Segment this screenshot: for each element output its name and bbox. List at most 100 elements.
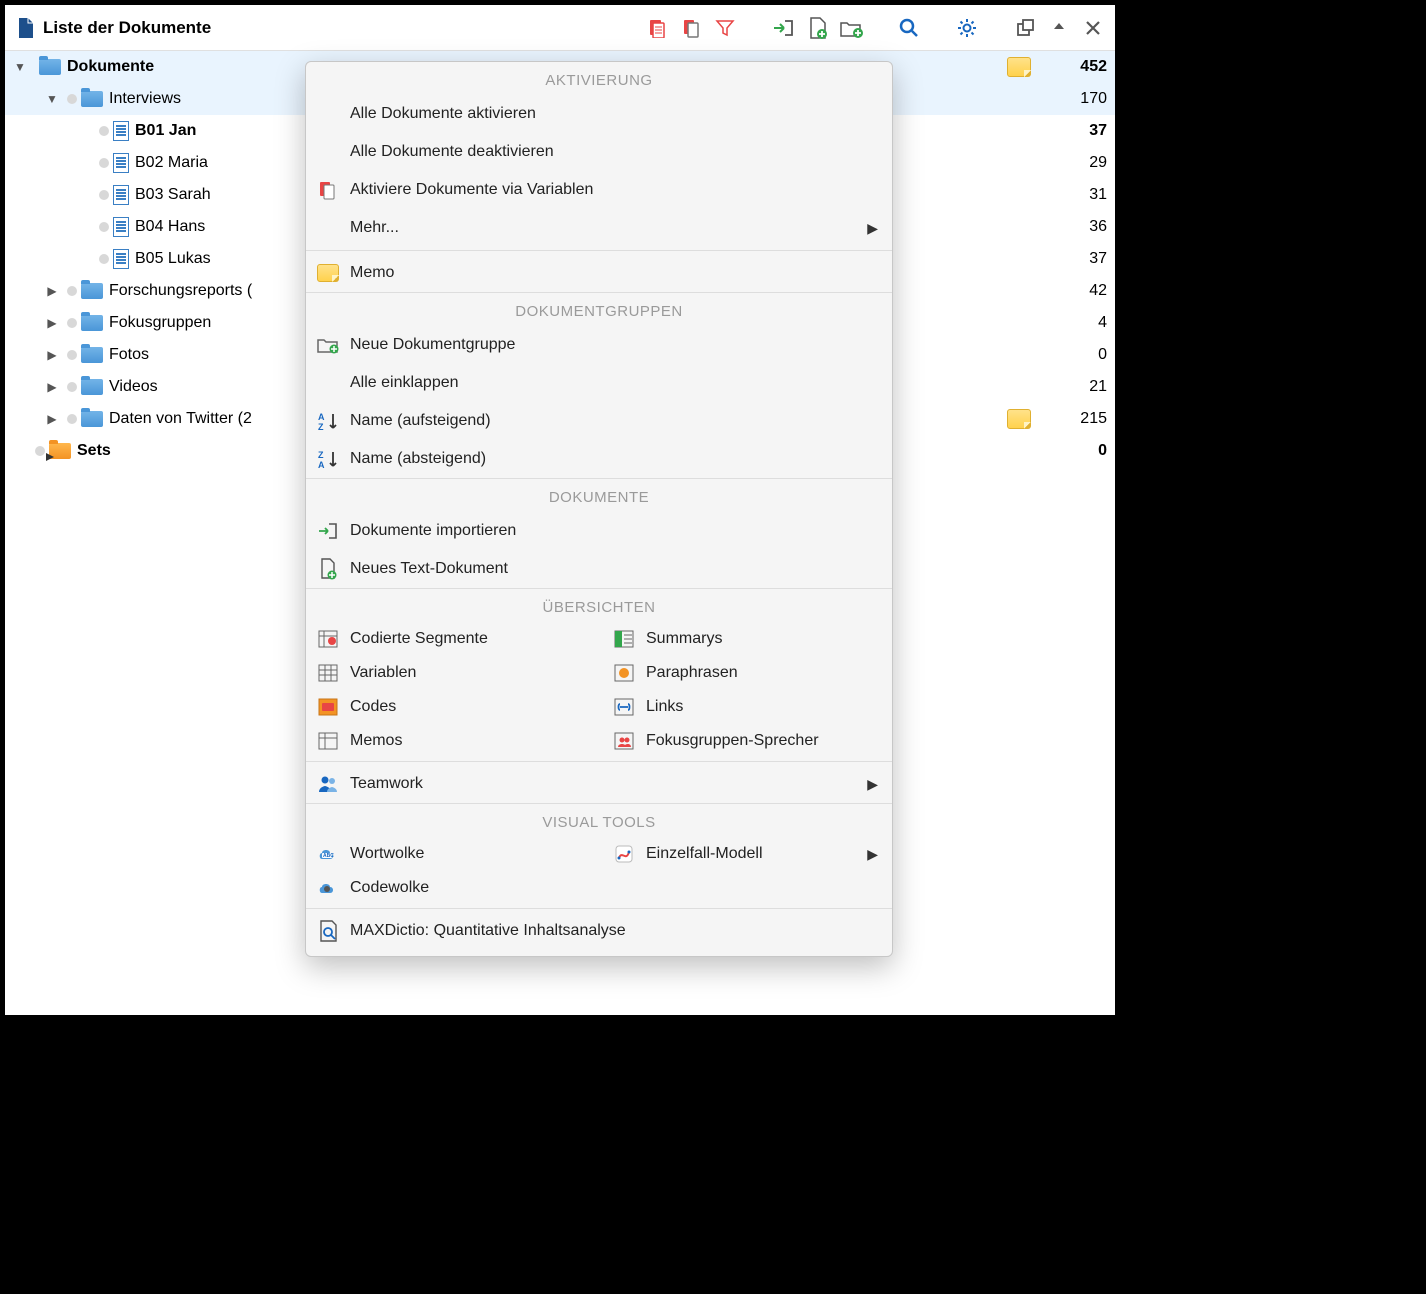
- collapse-window-icon[interactable]: [1047, 16, 1071, 40]
- activation-dot-icon[interactable]: [67, 414, 77, 424]
- sort-desc-icon: ZA: [316, 449, 340, 469]
- memo-icon[interactable]: [1007, 409, 1031, 429]
- new-group-toolbar-icon[interactable]: [839, 16, 863, 40]
- expand-arrow-icon[interactable]: ▶: [43, 348, 61, 362]
- document-list-window: Liste der Dokumente: [5, 5, 1115, 1015]
- document-icon: [113, 185, 129, 205]
- docs-variable-icon: [316, 180, 340, 200]
- memo-icon: [316, 264, 340, 282]
- menu-new-group[interactable]: Neue Dokumentgruppe: [306, 326, 892, 364]
- menu-section-uebersichten: ÜBERSICHTEN: [306, 588, 892, 622]
- import-icon: [316, 522, 340, 540]
- menu-paraphrases[interactable]: Paraphrasen: [602, 656, 892, 690]
- activation-dot-icon[interactable]: [67, 382, 77, 392]
- activation-dot-icon[interactable]: [67, 94, 77, 104]
- app-doc-icon: [15, 17, 35, 39]
- activate-all-toolbar-icon[interactable]: [645, 16, 669, 40]
- menu-more[interactable]: Mehr...▶: [306, 209, 892, 247]
- document-icon: [113, 249, 129, 269]
- header-bar: Liste der Dokumente: [5, 5, 1115, 51]
- wordcloud-icon: ABC: [316, 845, 340, 863]
- activation-dot-icon[interactable]: [99, 222, 109, 232]
- activation-dot-icon[interactable]: [99, 158, 109, 168]
- tree-item-count: 4: [1037, 314, 1107, 332]
- new-doc-icon: [316, 558, 340, 580]
- tree-item-count: 170: [1037, 90, 1107, 108]
- search-toolbar-icon[interactable]: [897, 16, 921, 40]
- summary-icon: [612, 630, 636, 648]
- menu-section-dokumente: DOKUMENTE: [306, 478, 892, 512]
- tree-item-count: 36: [1037, 218, 1107, 236]
- menu-collapse-all[interactable]: Alle einklappen: [306, 364, 892, 402]
- activation-dot-icon[interactable]: [99, 190, 109, 200]
- menu-variables[interactable]: Variablen: [306, 656, 596, 690]
- menu-links[interactable]: Links: [602, 690, 892, 724]
- svg-text:ABC: ABC: [323, 853, 334, 859]
- import-toolbar-icon[interactable]: [771, 16, 795, 40]
- tree-root-count: 452: [1037, 58, 1107, 76]
- menu-codecloud[interactable]: Codewolke: [306, 871, 596, 905]
- maxdictio-icon: [316, 920, 340, 942]
- menu-coded-segments[interactable]: Codierte Segmente: [306, 622, 596, 656]
- menu-section-aktivierung: AKTIVIERUNG: [306, 62, 892, 95]
- window-title: Liste der Dokumente: [43, 18, 211, 38]
- menu-memo[interactable]: Memo: [306, 254, 892, 292]
- tree-item-count: 21: [1037, 378, 1107, 396]
- menu-codes[interactable]: Codes: [306, 690, 596, 724]
- activation-dot-icon[interactable]: [67, 286, 77, 296]
- expand-arrow-icon[interactable]: ▶: [43, 412, 61, 426]
- activation-dot-icon[interactable]: [35, 446, 45, 456]
- menu-activate-all[interactable]: Alle Dokumente aktivieren: [306, 95, 892, 133]
- folder-icon: [81, 379, 103, 395]
- undock-window-icon[interactable]: [1013, 16, 1037, 40]
- sort-asc-icon: AZ: [316, 411, 340, 431]
- close-window-icon[interactable]: [1081, 16, 1105, 40]
- activation-dot-icon[interactable]: [67, 350, 77, 360]
- tree-item-count: 42: [1037, 282, 1107, 300]
- menu-memos-overview[interactable]: Memos: [306, 724, 596, 758]
- expand-arrow-icon[interactable]: ▼: [43, 92, 61, 106]
- submenu-arrow-icon: ▶: [867, 776, 878, 793]
- expand-arrow-icon[interactable]: ▶: [43, 316, 61, 330]
- menu-deactivate-all[interactable]: Alle Dokumente deaktivieren: [306, 133, 892, 171]
- menu-maxdictio[interactable]: MAXDictio: Quantitative Inhaltsanalyse: [306, 912, 892, 950]
- folder-icon: [39, 59, 61, 75]
- memo-icon[interactable]: [1007, 57, 1031, 77]
- document-icon: [113, 153, 129, 173]
- menu-focusgroup-speakers[interactable]: Fokusgruppen-Sprecher: [602, 724, 892, 758]
- svg-text:Z: Z: [318, 450, 324, 460]
- activation-dot-icon[interactable]: [99, 254, 109, 264]
- menu-sort-asc[interactable]: AZ Name (aufsteigend): [306, 402, 892, 440]
- menu-activate-via-variables[interactable]: Aktiviere Dokumente via Variablen: [306, 171, 892, 209]
- menu-wordcloud[interactable]: ABC Wortwolke: [306, 837, 596, 871]
- submenu-arrow-icon: ▶: [867, 220, 878, 237]
- settings-gear-icon[interactable]: [955, 16, 979, 40]
- tree-item-count: 0: [1037, 442, 1107, 460]
- activate-variable-toolbar-icon[interactable]: [679, 16, 703, 40]
- tree-item-count: 37: [1037, 250, 1107, 268]
- folder-icon: [81, 315, 103, 331]
- menu-import-documents[interactable]: Dokumente importieren: [306, 512, 892, 550]
- menu-new-text-document[interactable]: Neues Text-Dokument: [306, 550, 892, 588]
- coded-segments-icon: [316, 630, 340, 648]
- menu-single-case-model[interactable]: Einzelfall-Modell ▶: [602, 837, 892, 871]
- menu-teamwork[interactable]: Teamwork ▶: [306, 765, 892, 803]
- sets-folder-icon: [49, 443, 71, 459]
- new-folder-icon: [316, 336, 340, 354]
- submenu-arrow-icon: ▶: [867, 846, 878, 863]
- expand-arrow-icon[interactable]: ▼: [11, 60, 29, 74]
- activation-dot-icon[interactable]: [99, 126, 109, 136]
- expand-arrow-icon[interactable]: ▶: [43, 284, 61, 298]
- new-document-toolbar-icon[interactable]: [805, 16, 829, 40]
- expand-arrow-icon[interactable]: ▶: [43, 380, 61, 394]
- codes-icon: [316, 698, 340, 716]
- model-icon: [612, 844, 636, 864]
- tree-item-count: 29: [1037, 154, 1107, 172]
- paraphrase-icon: [612, 664, 636, 682]
- memos-icon: [316, 732, 340, 750]
- menu-summarys[interactable]: Summarys: [602, 622, 892, 656]
- folder-icon: [81, 283, 103, 299]
- menu-sort-desc[interactable]: ZA Name (absteigend): [306, 440, 892, 478]
- activation-dot-icon[interactable]: [67, 318, 77, 328]
- filter-toolbar-icon[interactable]: [713, 16, 737, 40]
